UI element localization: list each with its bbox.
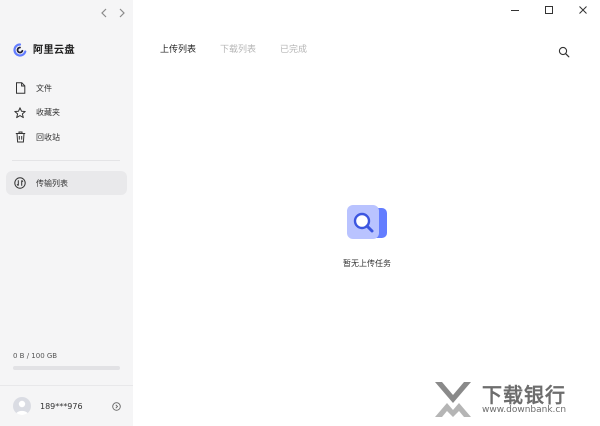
sidebar-item-label: 传输列表 (36, 178, 68, 188)
user-panel[interactable]: 189***976 (13, 396, 121, 416)
sidebar-item-trash[interactable]: 回收站 (6, 125, 127, 149)
trash-icon (14, 131, 26, 143)
minimize-icon[interactable] (498, 0, 532, 20)
sidebar-menu: 文件 收藏夹 回收站 (6, 76, 127, 150)
sidebar: 阿里云盘 文件 收藏夹 回收站 传输列表 0 B / 100 GB 189***… (0, 0, 133, 426)
watermark-url: www.downbank.cn (482, 405, 567, 415)
sidebar-item-favorites[interactable]: 收藏夹 (6, 101, 127, 125)
brand: 阿里云盘 (13, 41, 75, 57)
user-divider (0, 385, 133, 386)
avatar[interactable] (13, 397, 31, 415)
empty-state-text: 暂无上传任务 (343, 259, 391, 268)
tab-completed[interactable]: 已完成 (280, 42, 307, 55)
maximize-icon[interactable] (532, 0, 566, 20)
storage-usage: 0 B / 100 GB (13, 352, 121, 370)
sidebar-item-label: 文件 (36, 83, 52, 93)
storage-bar (13, 366, 120, 370)
brand-name: 阿里云盘 (33, 45, 75, 56)
close-icon[interactable] (566, 0, 600, 20)
file-icon (14, 82, 26, 94)
username: 189***976 (40, 401, 83, 411)
switch-account-icon[interactable] (111, 401, 121, 411)
chevron-left-icon[interactable] (98, 6, 110, 20)
sidebar-divider (12, 160, 120, 161)
brand-logo-icon (13, 42, 27, 57)
sidebar-item-files[interactable]: 文件 (6, 76, 127, 100)
app-window: 阿里云盘 文件 收藏夹 回收站 传输列表 0 B / 100 GB 189***… (0, 0, 600, 426)
sidebar-item-transfer-list[interactable]: 传输列表 (6, 171, 127, 195)
storage-text: 0 B / 100 GB (13, 352, 58, 360)
watermark-logo-icon (435, 382, 471, 417)
empty-state: 暂无上传任务 (326, 204, 408, 269)
empty-search-illustration-icon (345, 204, 389, 242)
sidebar-item-label: 回收站 (36, 132, 60, 142)
sidebar-item-label: 收藏夹 (36, 108, 60, 117)
tab-upload-list[interactable]: 上传列表 (160, 42, 196, 55)
window-controls (498, 0, 600, 20)
transfer-tabs: 上传列表 下载列表 已完成 (160, 42, 307, 55)
search-icon[interactable] (558, 43, 570, 58)
history-nav (98, 6, 128, 20)
transfer-icon (14, 177, 26, 189)
chevron-right-icon[interactable] (116, 6, 128, 20)
watermark: 下载银行 www.downbank.cn (432, 379, 592, 419)
star-icon (14, 106, 26, 119)
watermark-title: 下载银行 (482, 383, 566, 407)
tab-download-list[interactable]: 下载列表 (220, 42, 256, 55)
